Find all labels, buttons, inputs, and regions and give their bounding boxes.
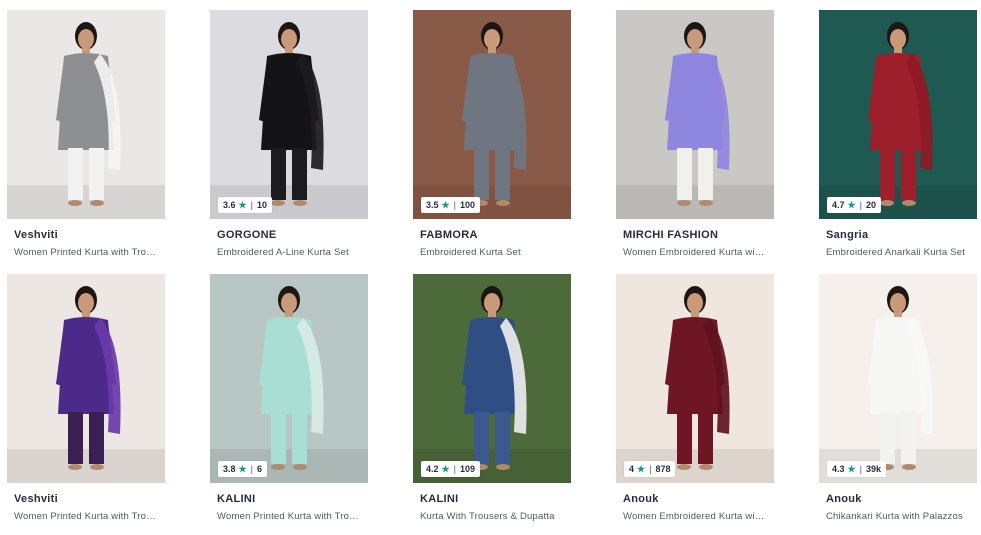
star-icon: ★	[238, 463, 247, 474]
product-brand: KALINI	[217, 493, 256, 505]
product-card[interactable]: 4 ★ | 878 Anouk Women Embroidered Kurta wi…	[616, 274, 774, 522]
product-image	[413, 10, 571, 219]
product-image	[7, 10, 165, 219]
product-thumbnail[interactable]: 4.7 ★ | 20	[819, 10, 977, 219]
rating-separator: |	[453, 464, 456, 474]
product-thumbnail[interactable]: 3.6 ★ | 10	[210, 10, 368, 219]
product-thumbnail[interactable]: 3.8 ★ | 6	[210, 274, 368, 483]
rating-separator: |	[250, 200, 253, 210]
rating-separator: |	[859, 200, 862, 210]
product-description: Kurta With Trousers & Dupatta	[420, 511, 555, 522]
rating-count: 39k	[865, 464, 881, 474]
rating-badge: 3.5 ★ | 100	[421, 197, 480, 213]
product-card[interactable]: 3.5 ★ | 100 FABMORA Embroidered Kurta Set	[413, 10, 571, 258]
rating-count: 109	[459, 464, 475, 474]
product-card[interactable]: MIRCHI FASHION Women Embroidered Kurta wi…	[616, 10, 774, 258]
rating-separator: |	[453, 200, 456, 210]
product-thumbnail[interactable]: 4 ★ | 878	[616, 274, 774, 483]
product-image	[7, 274, 165, 483]
product-card[interactable]: 4.7 ★ | 20 Sangria Embroidered Anarkali Kurta…	[819, 10, 977, 258]
product-brand: Veshviti	[14, 229, 58, 241]
rating-value: 4	[629, 464, 635, 474]
product-thumbnail[interactable]	[616, 10, 774, 219]
rating-count: 878	[655, 464, 671, 474]
star-icon: ★	[441, 199, 450, 210]
rating-count: 20	[865, 200, 876, 210]
rating-badge: 4 ★ | 878	[624, 461, 676, 477]
product-brand: Anouk	[623, 493, 659, 505]
rating-count: 100	[459, 200, 475, 210]
product-image	[819, 10, 977, 219]
product-image	[819, 274, 977, 483]
product-brand: FABMORA	[420, 229, 478, 241]
rating-value: 3.6	[223, 200, 236, 210]
product-brand: GORGONE	[217, 229, 277, 241]
rating-separator: |	[649, 464, 652, 474]
product-brand: MIRCHI FASHION	[623, 229, 719, 241]
product-thumbnail[interactable]: 3.5 ★ | 100	[413, 10, 571, 219]
product-brand: Anouk	[826, 493, 862, 505]
rating-value: 3.8	[223, 464, 236, 474]
product-brand: Veshviti	[14, 493, 58, 505]
rating-badge: 3.8 ★ | 6	[218, 461, 267, 477]
product-description: Embroidered A-Line Kurta Set	[217, 247, 349, 258]
product-card[interactable]: Veshviti Women Printed Kurta with Tro…	[7, 10, 165, 258]
star-icon: ★	[847, 199, 856, 210]
product-brand: Sangria	[826, 229, 869, 241]
star-icon: ★	[847, 463, 856, 474]
product-thumbnail[interactable]	[7, 10, 165, 219]
star-icon: ★	[441, 463, 450, 474]
rating-badge: 4.2 ★ | 109	[421, 461, 480, 477]
product-description: Women Embroidered Kurta wi…	[623, 511, 765, 522]
product-description: Women Printed Kurta with Tro…	[217, 511, 359, 522]
product-card[interactable]: 4.2 ★ | 109 KALINI Kurta With Trousers & Dupa…	[413, 274, 571, 522]
rating-count: 6	[256, 464, 262, 474]
product-thumbnail[interactable]: 4.2 ★ | 109	[413, 274, 571, 483]
product-description: Women Printed Kurta with Tro…	[14, 247, 156, 258]
product-description: Chikankari Kurta with Palazzos	[826, 511, 963, 522]
rating-value: 4.3	[832, 464, 845, 474]
product-description: Embroidered Anarkali Kurta Set	[826, 247, 966, 258]
product-image	[413, 274, 571, 483]
rating-value: 4.7	[832, 200, 845, 210]
rating-separator: |	[859, 464, 862, 474]
product-description: Women Embroidered Kurta wi…	[623, 247, 765, 258]
rating-value: 3.5	[426, 200, 439, 210]
rating-badge: 4.7 ★ | 20	[827, 197, 881, 213]
product-description: Women Printed Kurta with Tro…	[14, 511, 156, 522]
rating-badge: 3.6 ★ | 10	[218, 197, 272, 213]
product-brand: KALINI	[420, 493, 459, 505]
product-image	[616, 10, 774, 219]
product-image	[616, 274, 774, 483]
product-image	[210, 274, 368, 483]
product-description: Embroidered Kurta Set	[420, 247, 521, 258]
star-icon: ★	[637, 463, 646, 474]
product-thumbnail[interactable]: 4.3 ★ | 39k	[819, 274, 977, 483]
rating-badge: 4.3 ★ | 39k	[827, 461, 886, 477]
rating-value: 4.2	[426, 464, 439, 474]
product-card[interactable]: 3.6 ★ | 10 GORGONE Embroidered A-Line Kurta S…	[210, 10, 368, 258]
product-card[interactable]: 3.8 ★ | 6 KALINI Women Printed Kurta with Tro…	[210, 274, 368, 522]
product-thumbnail[interactable]	[7, 274, 165, 483]
product-card[interactable]: Veshviti Women Printed Kurta with Tro…	[7, 274, 165, 522]
rating-count: 10	[256, 200, 267, 210]
product-card[interactable]: 4.3 ★ | 39k Anouk Chikankari Kurta with Palaz…	[819, 274, 977, 522]
product-image	[210, 10, 368, 219]
star-icon: ★	[238, 199, 247, 210]
rating-separator: |	[250, 464, 253, 474]
